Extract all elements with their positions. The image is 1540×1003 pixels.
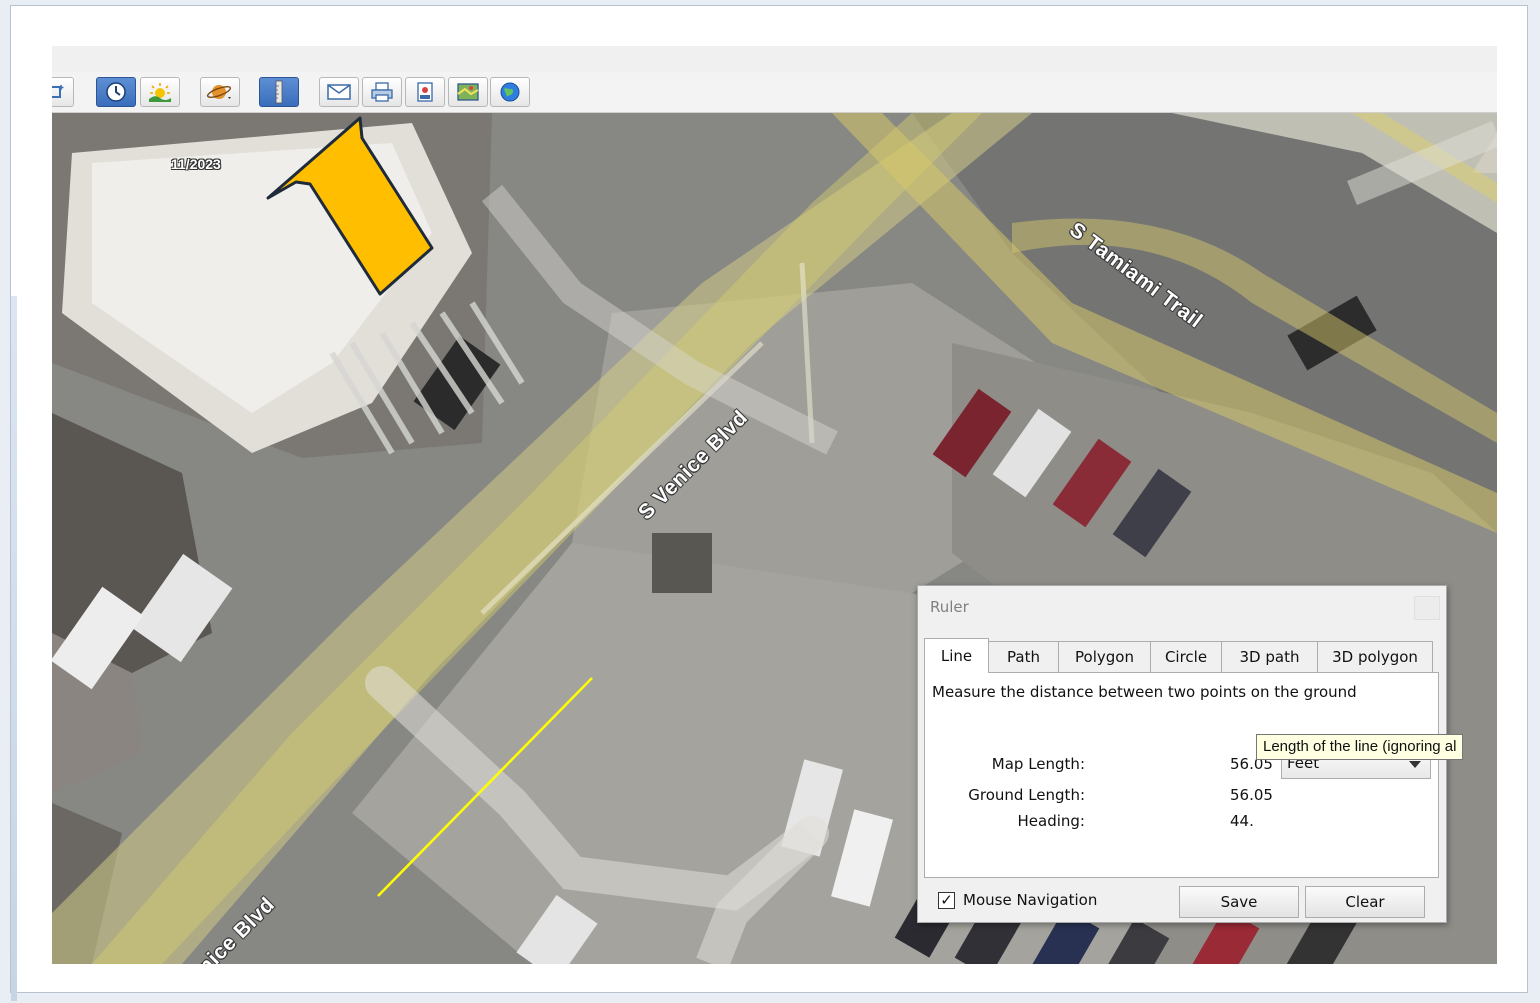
earth-button[interactable]: [490, 77, 530, 107]
print-icon: [370, 81, 394, 103]
length-tooltip: Length of the line (ignoring al: [1256, 734, 1464, 760]
ruler-button[interactable]: [259, 77, 299, 107]
historical-imagery-icon: [105, 81, 127, 103]
checkbox-check-icon: ✓: [938, 891, 955, 909]
email-button[interactable]: [319, 77, 359, 107]
tab-polygon[interactable]: Polygon: [1058, 641, 1151, 672]
heading-value: 44.: [1230, 812, 1254, 830]
callout-arrow: [266, 116, 434, 296]
ruler-icon: [274, 80, 284, 104]
clear-button[interactable]: Clear: [1305, 886, 1425, 918]
tab-path[interactable]: Path: [988, 641, 1059, 672]
mouse-navigation-checkbox[interactable]: ✓ Mouse Navigation: [938, 891, 1097, 909]
ruler-dialog-title: Ruler: [930, 598, 969, 616]
close-button[interactable]: [1414, 596, 1440, 620]
planets-button[interactable]: [200, 77, 240, 107]
sunlight-icon: [147, 81, 173, 103]
earth-icon: [499, 81, 521, 103]
save-image-icon: [415, 81, 435, 103]
tab-line[interactable]: Line: [924, 638, 989, 673]
ground-length-label: Ground Length:: [968, 786, 1085, 804]
map-length-label: Map Length:: [991, 755, 1085, 773]
chevron-down-icon: [1409, 761, 1421, 768]
heading-label: Heading:: [1017, 812, 1085, 830]
save-image-button[interactable]: [405, 77, 445, 107]
sunlight-button[interactable]: [140, 77, 180, 107]
print-button[interactable]: [362, 77, 402, 107]
left-edge-strip: [11, 296, 17, 1001]
tab-description: Measure the distance between two points …: [932, 683, 1357, 701]
historical-imagery-button[interactable]: [96, 77, 136, 107]
email-icon: [326, 82, 352, 102]
tab-circle[interactable]: Circle: [1150, 641, 1222, 672]
ruler-tab-panel: Measure the distance between two points …: [924, 672, 1439, 878]
imagery-date-label: 11/2023: [171, 156, 221, 172]
add-placemark-icon: [52, 83, 66, 101]
planets-icon: [206, 81, 234, 103]
tab-3d-path[interactable]: 3D path: [1221, 641, 1318, 672]
view-in-maps-button[interactable]: [448, 77, 488, 107]
ground-length-value: 56.05: [1230, 786, 1273, 804]
toolbar: [52, 72, 1497, 113]
tab-3d-polygon[interactable]: 3D polygon: [1317, 641, 1433, 672]
menu-bar: [52, 46, 1497, 73]
mouse-navigation-label: Mouse Navigation: [963, 891, 1098, 909]
add-placemark-button[interactable]: [52, 77, 74, 107]
view-in-maps-icon: [456, 82, 480, 102]
save-button[interactable]: Save: [1179, 886, 1299, 918]
